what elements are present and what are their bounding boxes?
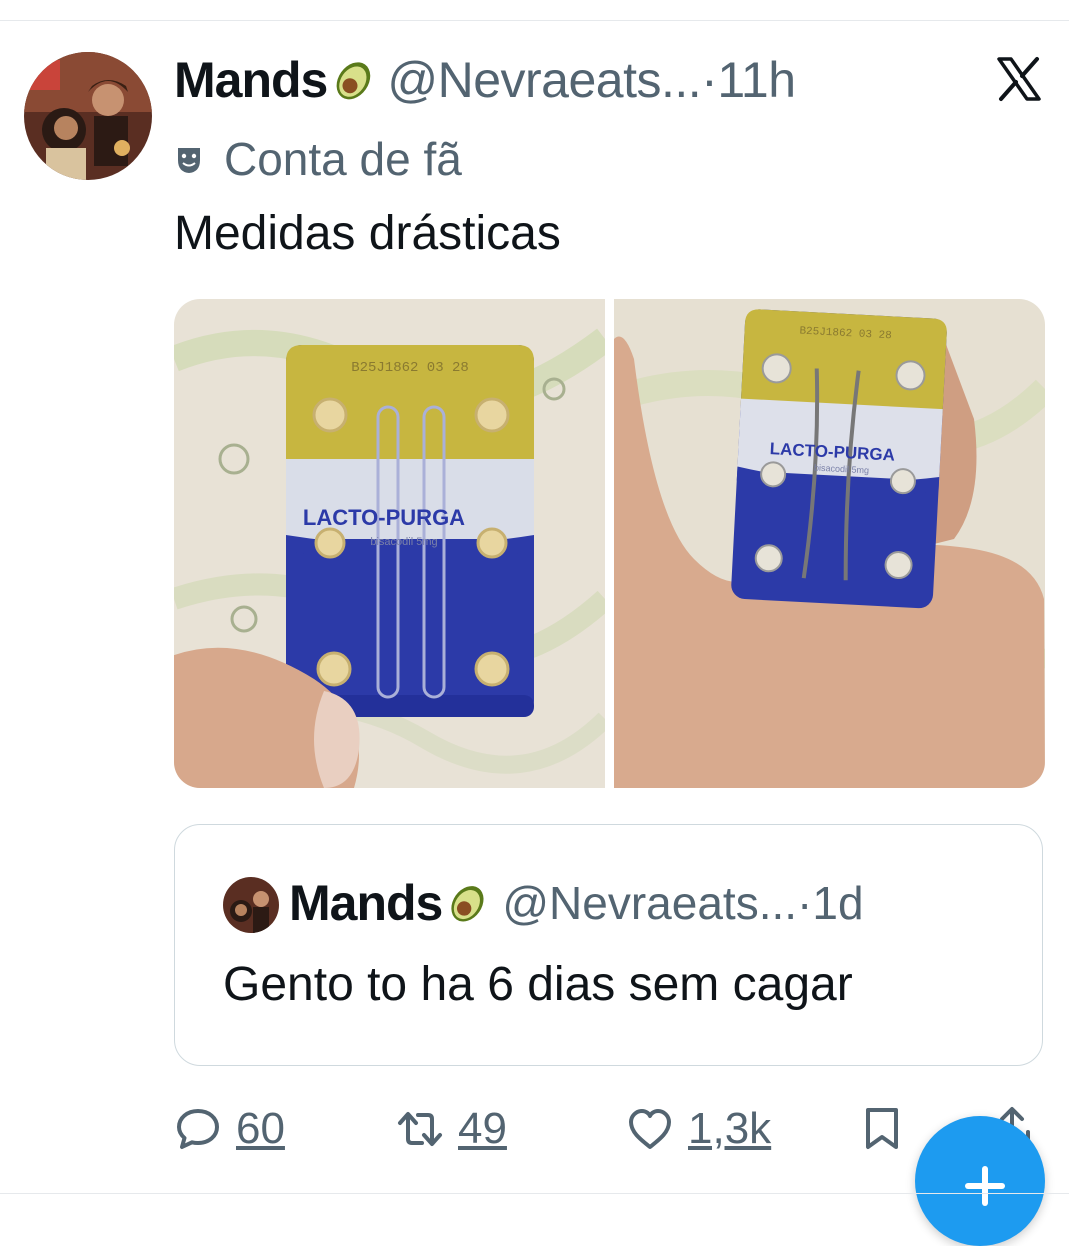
heart-icon — [629, 1109, 671, 1149]
blister-lot-text: B25J1862 03 28 — [351, 360, 469, 376]
plus-icon — [965, 1166, 1005, 1206]
media-gap — [604, 299, 615, 788]
media-image-1[interactable]: B25J1862 03 28 LACTO-PURGA bisacodil 5mg — [174, 299, 605, 788]
author-avatar[interactable] — [24, 52, 152, 180]
tweet-time[interactable]: 11h — [717, 51, 796, 109]
retweet-count: 49 — [458, 1104, 507, 1153]
bookmark-button[interactable] — [858, 1104, 906, 1152]
bookmark-icon — [866, 1108, 898, 1149]
quoted-tweet-text: Gento to ha 6 dias sem cagar — [223, 958, 853, 1011]
media-image-2[interactable]: B25J1862 03 28 LACTO-PURGA bisacodil 5mg — [614, 299, 1045, 788]
tweet-media: B25J1862 03 28 LACTO-PURGA bisacodil 5mg — [174, 299, 1045, 788]
tweet-text: Medidas drásticas — [174, 207, 561, 260]
time-separator: · — [797, 877, 813, 929]
quoted-author-handle: @Nevraeats... — [502, 877, 798, 929]
author-name[interactable]: Mands — [174, 51, 328, 109]
quoted-author-avatar[interactable] — [223, 877, 279, 933]
theater-masks-icon — [174, 142, 208, 176]
like-count: 1,3k — [688, 1104, 772, 1153]
like-button[interactable]: 1,3k — [626, 1104, 771, 1154]
reply-icon — [177, 1109, 219, 1149]
compose-button[interactable] — [915, 1116, 1045, 1246]
top-divider — [0, 20, 1069, 21]
author-handle[interactable]: @Nevraeats... — [387, 51, 701, 109]
fan-account-label: Conta de fã — [174, 132, 462, 186]
time-separator: · — [701, 52, 718, 108]
quoted-author-name: Mands — [289, 875, 443, 931]
retweet-icon — [398, 1112, 442, 1146]
reply-count: 60 — [236, 1104, 285, 1153]
brand-label: LACTO-PURGA — [303, 505, 465, 530]
quoted-tweet-time: 1d — [812, 877, 864, 929]
quoted-tweet-header: Mands @Nevraeats... · 1d — [289, 873, 864, 933]
reply-button[interactable]: 60 — [174, 1104, 285, 1154]
x-logo-icon[interactable] — [996, 56, 1042, 102]
bottom-divider — [0, 1193, 1069, 1194]
drug-label: bisacodil 5mg — [370, 536, 437, 548]
tweet-header: Mands @Nevraeats... · 11h — [174, 50, 796, 110]
retweet-button[interactable]: 49 — [396, 1104, 507, 1154]
avocado-icon — [331, 57, 377, 103]
avocado-icon — [446, 881, 490, 925]
fan-label-text: Conta de fã — [224, 133, 462, 185]
quoted-tweet[interactable]: Mands @Nevraeats... · 1d Gento to ha 6 d… — [174, 824, 1043, 1066]
